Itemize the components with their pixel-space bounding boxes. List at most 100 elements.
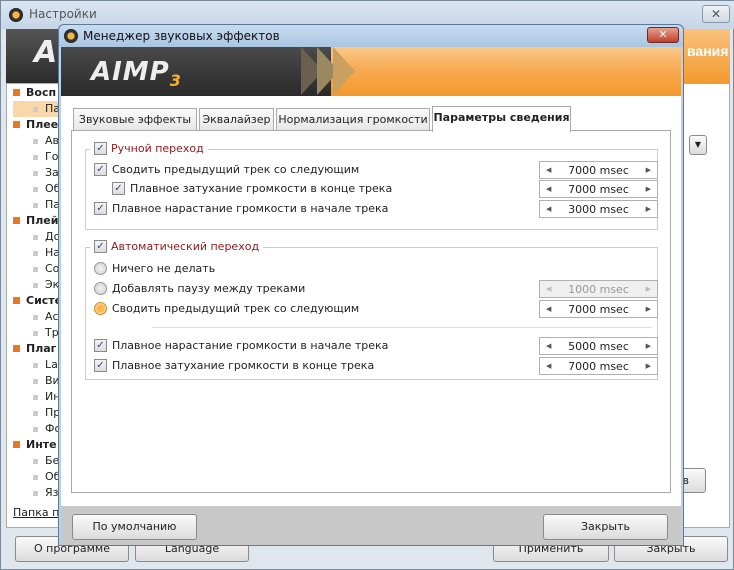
increment-arrow-icon[interactable]: ▶ (646, 362, 651, 370)
spinner-value: 7000 msec (568, 163, 629, 177)
manual-transition-toggle[interactable]: ✓ Ручной переход (90, 142, 208, 155)
increment-arrow-icon[interactable]: ▶ (646, 342, 651, 350)
spinner-value: 7000 msec (568, 359, 629, 373)
tree-item[interactable]: Ви (13, 373, 62, 389)
checkbox-option[interactable]: ✓ Плавное затухание громкости в конце тре… (94, 359, 374, 372)
tree-item[interactable]: За (13, 165, 62, 181)
radio-option[interactable]: Ничего не делать (94, 262, 215, 275)
spinner-value: 7000 msec (568, 182, 629, 196)
checkbox-icon[interactable]: ✓ (94, 142, 107, 155)
option-label: Ничего не делать (112, 262, 216, 275)
tab-0[interactable]: Звуковые эффекты (73, 108, 197, 131)
increment-arrow-icon[interactable]: ▶ (646, 205, 651, 213)
tree-item[interactable]: Ав (13, 133, 62, 149)
settings-close-button[interactable]: ✕ (702, 5, 730, 23)
checkbox-icon[interactable]: ✓ (94, 359, 107, 372)
tree-item[interactable]: Об (13, 469, 62, 485)
radio-option[interactable]: Добавлять паузу между треками (94, 282, 305, 295)
tab-2[interactable]: Нормализация громкости (276, 108, 430, 131)
decrement-arrow-icon[interactable]: ◀ (546, 305, 551, 313)
tree-item[interactable]: Со (13, 261, 62, 277)
decrement-arrow-icon[interactable]: ◀ (546, 205, 551, 213)
tree-item[interactable]: Эк (13, 277, 62, 293)
checkbox-icon[interactable]: ✓ (94, 163, 107, 176)
dialog-titlebar: Менеджер звуковых эффектов (59, 25, 683, 47)
tree-item[interactable]: На (13, 245, 62, 261)
duration-spinner[interactable]: ◀ 7000 msec ▶ (539, 357, 658, 375)
separator (152, 327, 652, 328)
auto-transition-label: Автоматический переход (111, 240, 260, 253)
manual-transition-label: Ручной переход (111, 142, 204, 155)
tab-1[interactable]: Эквалайзер (199, 108, 274, 131)
duration-spinner[interactable]: ◀ 5000 msec ▶ (539, 337, 658, 355)
tree-item[interactable]: Восп (13, 85, 62, 101)
checkbox-option[interactable]: ✓ Сводить предыдущий трек со следующим (94, 163, 359, 176)
duration-spinner[interactable]: ◀ 7000 msec ▶ (539, 300, 658, 318)
duration-spinner[interactable]: ◀ 7000 msec ▶ (539, 180, 658, 198)
checkbox-icon[interactable]: ✓ (94, 202, 107, 215)
defaults-button[interactable]: По умолчанию (72, 514, 197, 540)
settings-title: Настройки (29, 7, 97, 21)
option-label: Сводить предыдущий трек со следующим (112, 302, 360, 315)
tree-item[interactable]: Ас (13, 309, 62, 325)
checkbox-icon[interactable]: ✓ (94, 240, 107, 253)
checkbox-option[interactable]: ✓ Плавное нарастание громкости в начале т… (94, 202, 388, 215)
dialog-close-button[interactable]: ✕ (647, 27, 679, 43)
radio-icon[interactable] (94, 282, 107, 295)
tree-item[interactable]: Тр (13, 325, 62, 341)
tree-item[interactable]: Об (13, 181, 62, 197)
tree-item[interactable]: Ин (13, 389, 62, 405)
increment-arrow-icon[interactable]: ▶ (646, 305, 651, 313)
increment-arrow-icon[interactable]: ▶ (646, 166, 651, 174)
tree-item[interactable]: Бе (13, 453, 62, 469)
spinner-value: 7000 msec (568, 302, 629, 316)
settings-tree[interactable]: Восп Па Плее Ав Го За Об Па Плей До На Со Эк Систе Ас Т… (13, 85, 63, 501)
settings-logo: A (34, 35, 58, 70)
decrement-arrow-icon[interactable]: ◀ (546, 185, 551, 193)
radio-option[interactable]: Сводить предыдущий трек со следующим (94, 302, 359, 315)
checkbox-icon[interactable]: ✓ (94, 339, 107, 352)
tree-item[interactable]: Го (13, 149, 62, 165)
tree-item[interactable]: Систе (13, 293, 62, 309)
dialog-close-bottom-button[interactable]: Закрыть (543, 514, 668, 540)
duration-spinner[interactable]: ◀ 7000 msec ▶ (539, 161, 658, 179)
aimp-app-icon (64, 29, 78, 43)
sound-effects-dialog: Менеджер звуковых эффектов ✕ AIMP3 Звуко… (58, 24, 684, 546)
radio-icon[interactable] (94, 262, 107, 275)
spinner-value: 1000 msec (568, 282, 629, 296)
aimp-app-icon (9, 8, 23, 22)
option-label: Плавное нарастание громкости в начале тр… (112, 202, 389, 215)
tree-item[interactable]: Фо (13, 421, 62, 437)
tree-item[interactable]: La (13, 357, 62, 373)
settings-dropdown-arrow[interactable]: ▼ (689, 135, 707, 155)
option-label: Плавное затухание громкости в конце трек… (112, 359, 375, 372)
tree-item[interactable]: Плаг (13, 341, 62, 357)
decrement-arrow-icon[interactable]: ◀ (546, 166, 551, 174)
increment-arrow-icon[interactable]: ▶ (646, 285, 651, 293)
spinner-value: 3000 msec (568, 202, 629, 216)
tree-item[interactable]: Па (13, 101, 63, 117)
aimp-logo: AIMP3 (91, 57, 182, 91)
checkbox-option[interactable]: ✓ Плавное затухание громкости в конце тре… (112, 182, 392, 195)
duration-spinner[interactable]: ◀ 1000 msec ▶ (539, 280, 658, 298)
auto-transition-toggle[interactable]: ✓ Автоматический переход (90, 240, 264, 253)
duration-spinner[interactable]: ◀ 3000 msec ▶ (539, 200, 658, 218)
decrement-arrow-icon[interactable]: ◀ (546, 342, 551, 350)
tree-item[interactable]: Плей (13, 213, 62, 229)
increment-arrow-icon[interactable]: ▶ (646, 185, 651, 193)
tree-item[interactable]: Па (13, 197, 62, 213)
tree-item[interactable]: Пр (13, 405, 62, 421)
dialog-title: Менеджер звуковых эффектов (83, 29, 280, 43)
tree-item[interactable]: Яз (13, 485, 62, 501)
decrement-arrow-icon[interactable]: ◀ (546, 362, 551, 370)
tree-item[interactable]: Инте (13, 437, 62, 453)
spinner-value: 5000 msec (568, 339, 629, 353)
radio-icon[interactable] (94, 302, 107, 315)
settings-header-title: вания (687, 43, 729, 59)
checkbox-icon[interactable]: ✓ (112, 182, 125, 195)
checkbox-option[interactable]: ✓ Плавное нарастание громкости в начале т… (94, 339, 388, 352)
tree-item[interactable]: До (13, 229, 62, 245)
decrement-arrow-icon[interactable]: ◀ (546, 285, 551, 293)
tree-item[interactable]: Плее (13, 117, 62, 133)
tab-3[interactable]: Параметры сведения (432, 106, 571, 132)
